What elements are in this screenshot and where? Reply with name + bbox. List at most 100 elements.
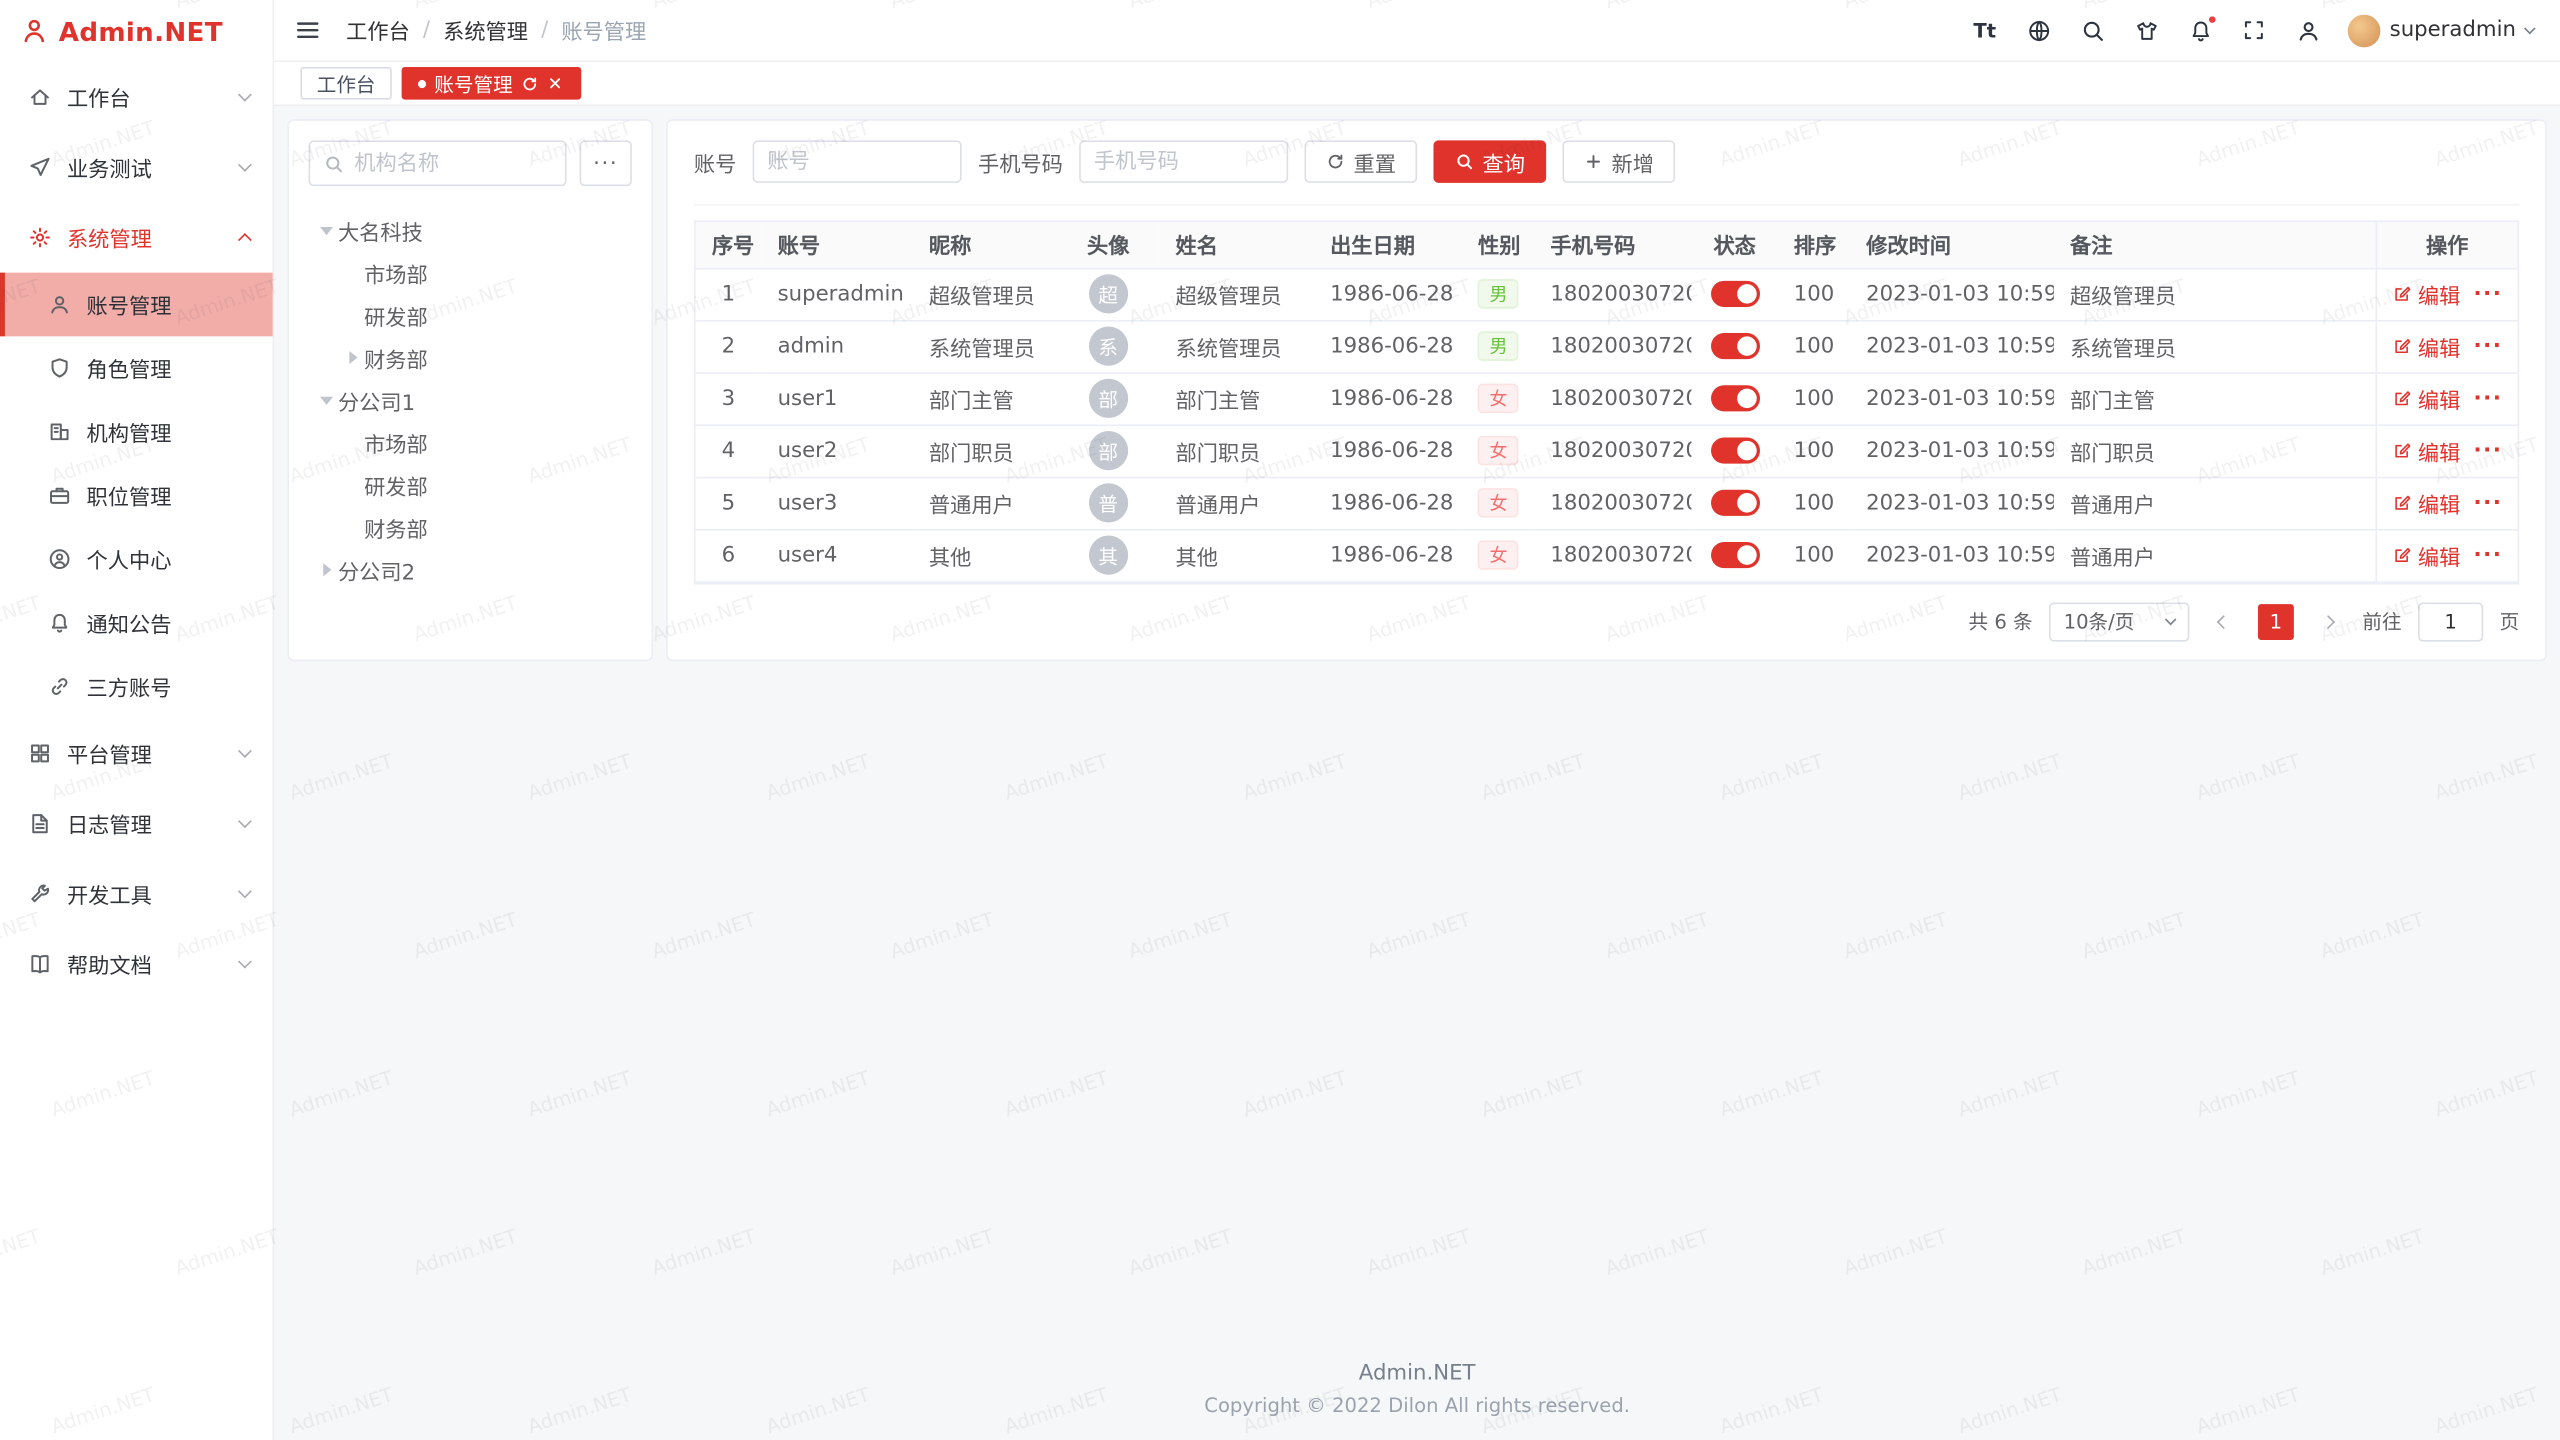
refresh-icon[interactable] <box>521 74 539 92</box>
locale-globe-icon[interactable] <box>2022 14 2055 47</box>
row-avatar: 普 <box>1089 483 1128 522</box>
add-button[interactable]: 新增 <box>1563 140 1676 182</box>
tree-node[interactable]: 研发部 <box>309 464 632 506</box>
sidebar-item-account-management[interactable]: 账号管理 <box>0 273 273 337</box>
fullscreen-icon[interactable] <box>2238 14 2271 47</box>
chevron-up-icon <box>238 233 252 247</box>
edit-button[interactable]: 编辑 <box>2392 383 2461 414</box>
gear-icon <box>26 224 52 250</box>
row-more-button[interactable]: ··· <box>2473 543 2502 567</box>
col-gender: 性别 <box>1462 222 1534 268</box>
prev-page-button[interactable] <box>2206 603 2242 639</box>
col-actions: 操作 <box>2376 222 2518 268</box>
col-sort: 排序 <box>1777 222 1849 268</box>
chevron-down-icon <box>238 88 252 102</box>
table-row: 5 user3 普通用户 普 普通用户 1986-06-28 女 1802003… <box>696 477 2518 529</box>
sidebar-item-label: 开发工具 <box>67 878 225 909</box>
status-toggle[interactable] <box>1710 385 1759 411</box>
tree-node[interactable]: 财务部 <box>309 336 632 378</box>
sidebar-item-workbench[interactable]: 工作台 <box>0 62 273 132</box>
sidebar-item-personal-center[interactable]: 个人中心 <box>0 527 273 591</box>
search-icon[interactable] <box>2076 14 2109 47</box>
close-icon[interactable] <box>547 74 565 92</box>
tab-account-management[interactable]: 账号管理 <box>402 67 582 100</box>
sidebar-item-log-management[interactable]: 日志管理 <box>0 789 273 859</box>
tree-node[interactable]: 分公司1 <box>309 379 632 421</box>
status-toggle[interactable] <box>1710 490 1759 516</box>
log-icon <box>26 811 52 837</box>
caret-down-icon[interactable] <box>315 396 338 404</box>
edit-button[interactable]: 编辑 <box>2392 278 2461 309</box>
edit-button[interactable]: 编辑 <box>2392 331 2461 362</box>
phone-input[interactable] <box>1079 140 1288 182</box>
row-more-button[interactable]: ··· <box>2473 334 2502 358</box>
notification-bell-icon[interactable] <box>2184 14 2217 47</box>
status-toggle[interactable] <box>1710 333 1759 359</box>
edit-icon <box>2392 284 2412 304</box>
sidebar-item-notice[interactable]: 通知公告 <box>0 591 273 655</box>
tab-workbench[interactable]: 工作台 <box>300 67 391 100</box>
breadcrumb-item-current: 账号管理 <box>561 15 646 46</box>
gender-tag: 男 <box>1478 331 1519 360</box>
sidebar-item-help-docs[interactable]: 帮助文档 <box>0 929 273 999</box>
app-logo-text: Admin.NET <box>59 16 223 47</box>
status-toggle[interactable] <box>1710 281 1759 307</box>
search-icon <box>1455 152 1475 172</box>
hamburger-menu-icon[interactable] <box>294 16 323 45</box>
row-more-button[interactable]: ··· <box>2473 282 2502 306</box>
col-avatar: 头像 <box>1057 222 1159 268</box>
sidebar-item-org-management[interactable]: 机构管理 <box>0 400 273 464</box>
caret-right-icon[interactable] <box>315 563 338 576</box>
caret-right-icon[interactable] <box>341 351 364 364</box>
edit-button[interactable]: 编辑 <box>2392 540 2461 571</box>
breadcrumb-item[interactable]: 系统管理 <box>443 15 528 46</box>
profile-icon[interactable] <box>2292 14 2325 47</box>
shield-icon <box>46 355 72 381</box>
tree-node[interactable]: 市场部 <box>309 421 632 463</box>
sidebar-item-position-management[interactable]: 职位管理 <box>0 464 273 528</box>
tree-node[interactable]: 市场部 <box>309 251 632 293</box>
status-toggle[interactable] <box>1710 438 1759 464</box>
plus-icon <box>1584 152 1604 172</box>
page-number-button[interactable]: 1 <box>2258 603 2294 639</box>
chevron-down-icon <box>238 885 252 899</box>
chevron-down-icon <box>238 814 252 828</box>
grid-icon <box>26 740 52 766</box>
row-more-button[interactable]: ··· <box>2473 438 2502 462</box>
row-more-button[interactable]: ··· <box>2473 491 2502 515</box>
user-menu[interactable]: superadmin <box>2347 14 2534 47</box>
sidebar-item-platform-management[interactable]: 平台管理 <box>0 718 273 788</box>
reset-button[interactable]: 重置 <box>1305 140 1418 182</box>
tree-node[interactable]: 财务部 <box>309 506 632 548</box>
theme-skin-icon[interactable] <box>2130 14 2163 47</box>
search-button[interactable]: 查询 <box>1434 140 1547 182</box>
total-count: 共 6 条 <box>1968 607 2032 635</box>
status-toggle[interactable] <box>1710 542 1759 568</box>
breadcrumb-item[interactable]: 工作台 <box>346 15 410 46</box>
row-more-button[interactable]: ··· <box>2473 386 2502 410</box>
edit-button[interactable]: 编辑 <box>2392 435 2461 466</box>
sidebar-item-system-management[interactable]: 系统管理 <box>0 202 273 272</box>
accounts-table: 序号 账号 昵称 头像 姓名 出生日期 性别 手机号码 状态 <box>694 220 2519 583</box>
page-size-select[interactable]: 10条/页 <box>2049 602 2189 641</box>
tree-node[interactable]: 分公司2 <box>309 549 632 591</box>
tree-node[interactable]: 研发部 <box>309 294 632 336</box>
link-icon <box>46 673 72 699</box>
account-input[interactable] <box>753 140 962 182</box>
footer-title: Admin.NET <box>287 1362 2547 1386</box>
sidebar-item-role-management[interactable]: 角色管理 <box>0 336 273 400</box>
goto-page-input[interactable] <box>2418 602 2483 641</box>
col-index: 序号 <box>696 222 762 268</box>
sidebar-item-label: 通知公告 <box>87 607 250 638</box>
edit-button[interactable]: 编辑 <box>2392 487 2461 518</box>
sidebar-item-business-test[interactable]: 业务测试 <box>0 132 273 202</box>
caret-down-icon[interactable] <box>315 226 338 234</box>
org-more-button[interactable]: ··· <box>580 140 632 186</box>
org-search-input[interactable] <box>354 151 552 175</box>
sidebar-item-third-party-account[interactable]: 三方账号 <box>0 655 273 719</box>
sidebar-item-dev-tools[interactable]: 开发工具 <box>0 859 273 929</box>
tree-node[interactable]: 大名科技 <box>309 209 632 251</box>
next-page-button[interactable] <box>2310 603 2346 639</box>
account-table-panel: 账号 手机号码 重置 查询 <box>666 119 2547 661</box>
font-size-icon[interactable]: Tt <box>1968 14 2001 47</box>
